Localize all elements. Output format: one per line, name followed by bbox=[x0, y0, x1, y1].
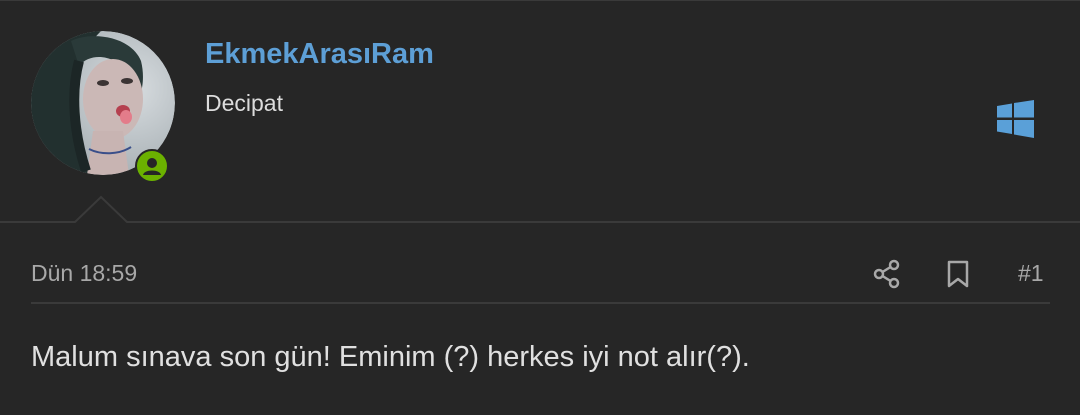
meta-divider bbox=[31, 302, 1050, 304]
post-container: EkmekArasıRam Decipat Dün 18:59 #1 Malum… bbox=[0, 0, 1080, 415]
post-date[interactable]: Dün 18:59 bbox=[31, 260, 137, 287]
user-block: EkmekArasıRam Decipat bbox=[0, 0, 1080, 222]
bookmark-icon[interactable] bbox=[946, 260, 972, 288]
post-message: Malum sınava son gün! Eminim (?) herkes … bbox=[31, 341, 750, 373]
user-divider bbox=[0, 195, 1080, 223]
post-number-link[interactable]: #1 bbox=[1018, 260, 1044, 287]
share-icon[interactable] bbox=[872, 259, 902, 289]
user-online-icon bbox=[135, 149, 169, 183]
user-title: Decipat bbox=[205, 90, 283, 116]
avatar-wrapper[interactable] bbox=[31, 31, 175, 183]
windows-icon bbox=[997, 100, 1034, 138]
username-link[interactable]: EkmekArasıRam bbox=[205, 38, 434, 71]
